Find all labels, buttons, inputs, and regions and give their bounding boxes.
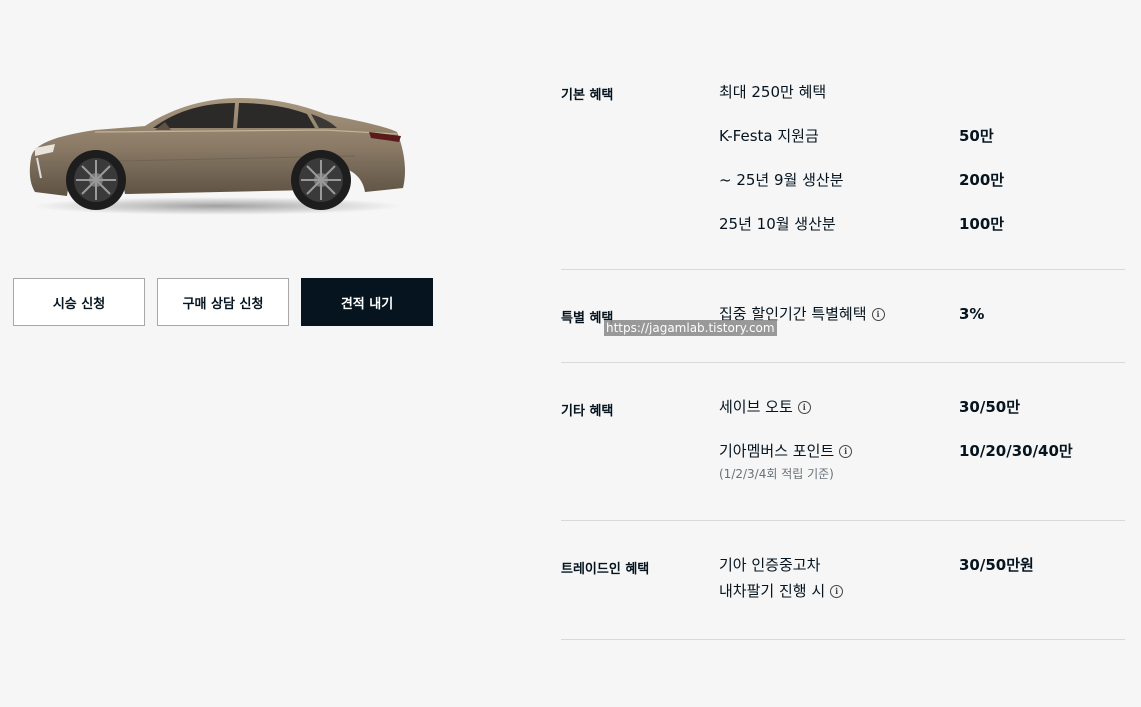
benefit-row: 기아멤버스 포인트 i (1/2/3/4회 적립 기준) 10/20/30/40만 (719, 438, 1125, 482)
benefit-value: 50만 (959, 127, 994, 145)
benefit-value: 10/20/30/40만 (959, 442, 1073, 460)
section-title: 트레이드인 혜택 (561, 562, 650, 577)
section-body: 기아 인증중고차 내차팔기 진행 시 i 30/50만원 (719, 521, 1125, 639)
car-image (29, 98, 406, 215)
benefit-label: ~ 25년 9월 생산분 (719, 171, 844, 189)
benefit-label: 세이브 오토 i (719, 394, 959, 420)
section-title: 특별 혜택 (561, 311, 614, 326)
quote-button[interactable]: 견적 내기 (301, 278, 433, 326)
benefit-row: 25년 10월 생산분 100만 (719, 211, 1125, 255)
benefit-label: 기아멤버스 포인트 i (1/2/3/4회 적립 기준) (719, 438, 959, 482)
benefit-row: 기아 인증중고차 내차팔기 진행 시 i 30/50만원 (719, 552, 1125, 604)
section-body: 최대 250만 혜택 K-Festa 지원금 50만 ~ 25년 9월 생산분 … (719, 76, 1125, 269)
benefit-label-text: 세이브 오토 (719, 398, 793, 416)
section-other-benefit: 기타 혜택 세이브 오토 i 30/50만 기아멤버스 포인트 i (1/2/3/4… (561, 363, 1125, 521)
benefit-row: 집중 할인기간 특별혜택 i 3% (719, 301, 1125, 345)
benefit-row: 세이브 오토 i 30/50만 (719, 394, 1125, 438)
benefit-label-text: 기아멤버스 포인트 (719, 442, 835, 460)
section-special-benefit: 특별 혜택 집중 할인기간 특별혜택 i 3% (561, 270, 1125, 363)
benefits-table: 기본 혜택 최대 250만 혜택 K-Festa 지원금 50만 ~ 25년 9… (561, 76, 1125, 640)
benefit-label: K-Festa 지원금 (719, 127, 819, 145)
section-body: 집중 할인기간 특별혜택 i 3% (719, 270, 1125, 362)
benefit-sub-note: (1/2/3/4회 적립 기준) (719, 467, 834, 481)
section-tradein-benefit: 트레이드인 혜택 기아 인증중고차 내차팔기 진행 시 i 30/50만원 (561, 521, 1125, 640)
section-body: 세이브 오토 i 30/50만 기아멤버스 포인트 i (1/2/3/4회 적립 기… (719, 363, 1125, 520)
benefit-label-line-2: 내차팔기 진행 시 i (719, 578, 959, 604)
benefit-value: 3% (959, 305, 985, 323)
benefit-value: 100만 (959, 215, 1005, 233)
benefit-label-text: 내차팔기 진행 시 (719, 582, 826, 600)
info-icon[interactable]: i (871, 308, 885, 321)
benefit-label-line: 기아 인증중고차 (719, 556, 821, 574)
benefit-value: 30/50만원 (959, 556, 1034, 574)
benefit-label: 기아 인증중고차 내차팔기 진행 시 i (719, 552, 959, 604)
test-drive-button[interactable]: 시승 신청 (13, 278, 145, 326)
benefit-value: 30/50만 (959, 398, 1021, 416)
purchase-consult-button[interactable]: 구매 상담 신청 (157, 278, 289, 326)
watermark: https://jagamlab.tistory.com (604, 320, 777, 336)
section-title: 기본 혜택 (561, 88, 614, 103)
benefit-row: ~ 25년 9월 생산분 200만 (719, 167, 1125, 211)
info-icon[interactable]: i (839, 445, 853, 458)
info-icon[interactable]: i (830, 585, 844, 598)
benefit-row: 최대 250만 혜택 (719, 79, 1125, 123)
section-title: 기타 혜택 (561, 404, 614, 419)
action-buttons: 시승 신청 구매 상담 신청 견적 내기 (13, 278, 433, 326)
section-basic-benefit: 기본 혜택 최대 250만 혜택 K-Festa 지원금 50만 ~ 25년 9… (561, 76, 1125, 270)
benefit-label: 25년 10월 생산분 (719, 215, 836, 233)
benefit-label: 최대 250만 혜택 (719, 83, 827, 101)
info-icon[interactable]: i (797, 401, 811, 414)
benefit-value: 200만 (959, 171, 1005, 189)
benefit-row: K-Festa 지원금 50만 (719, 123, 1125, 167)
